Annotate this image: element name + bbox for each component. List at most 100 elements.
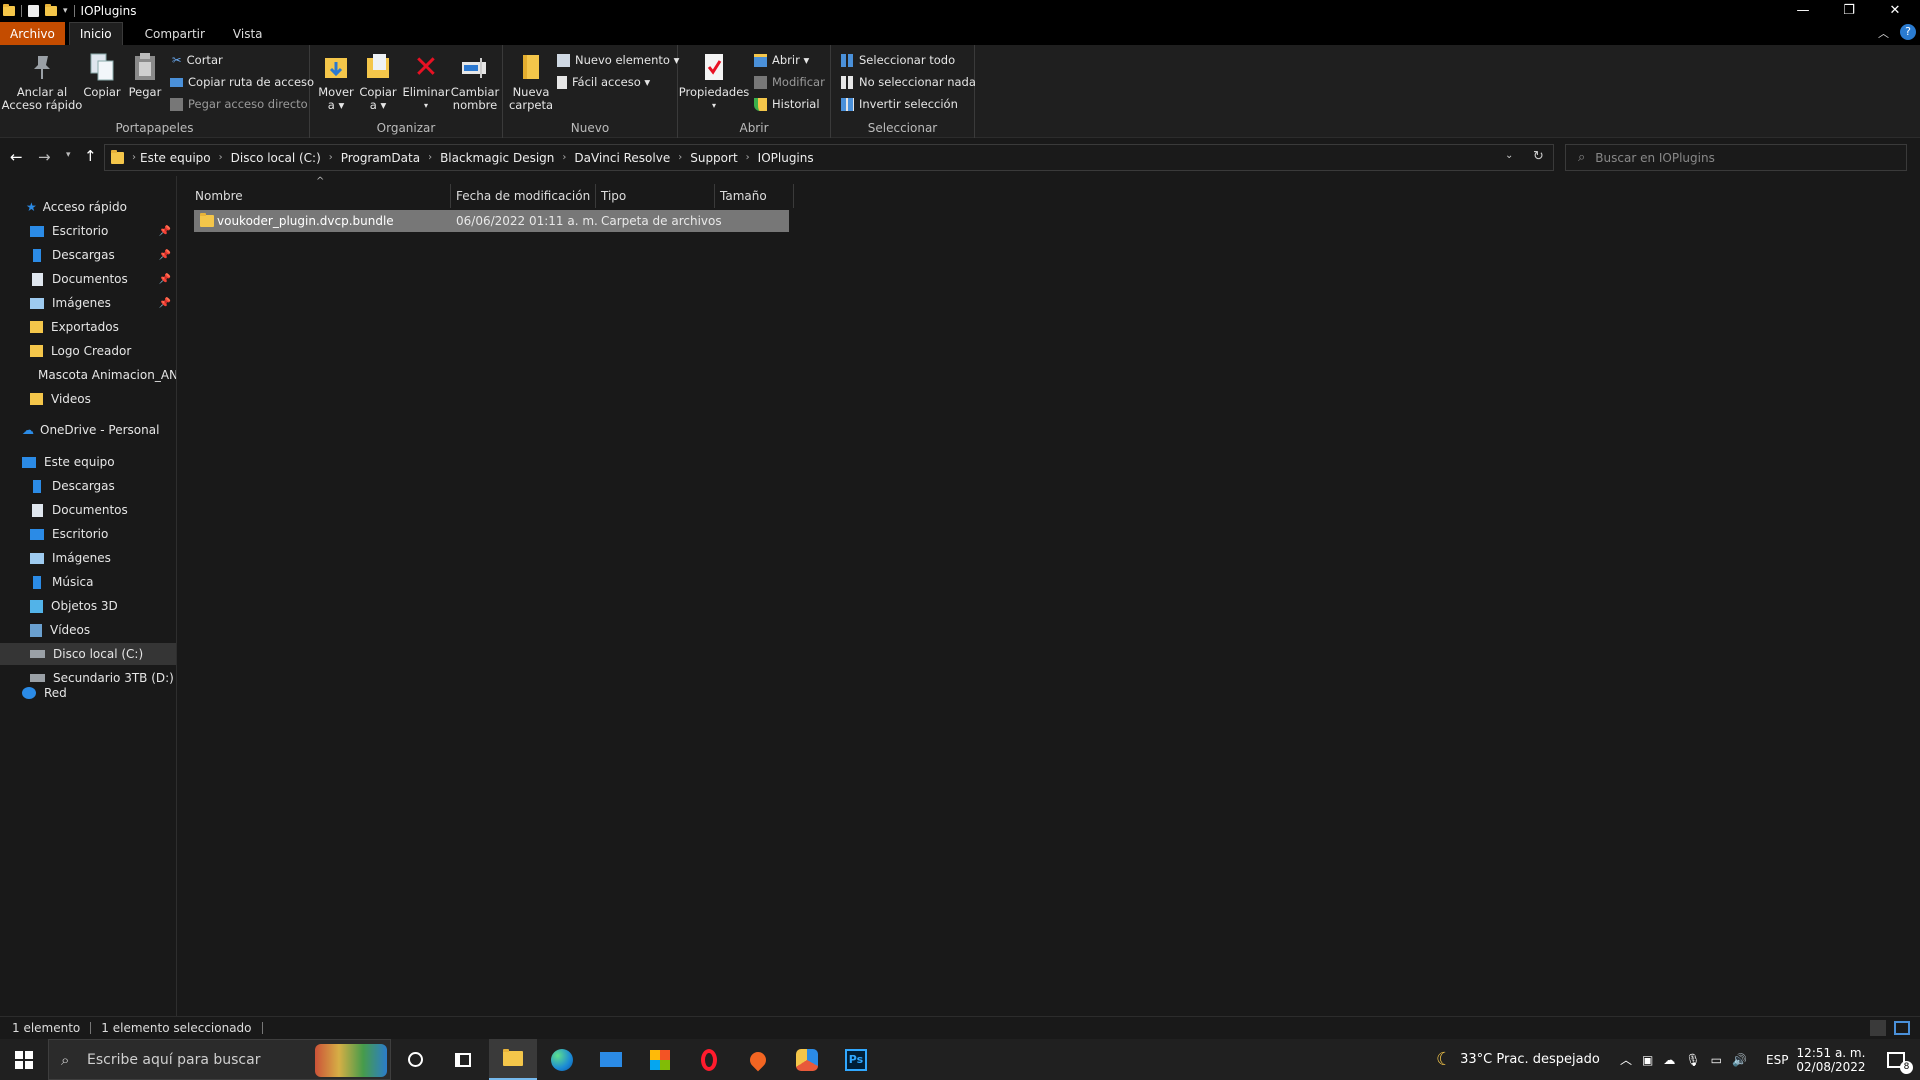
nav-quick-access[interactable]: ★ Acceso rápido — [0, 196, 176, 218]
paste-button[interactable]: Pegar — [126, 51, 164, 99]
recent-locations-chevron-icon[interactable]: ▾ — [66, 150, 71, 160]
tab-archivo[interactable]: Archivo — [0, 22, 65, 45]
chevron-right-icon[interactable]: › — [428, 152, 432, 163]
search-input[interactable]: ⌕ Buscar en IOPlugins — [1565, 144, 1907, 171]
new-item-button[interactable]: Nuevo elemento ▾ — [557, 53, 679, 67]
properties-button[interactable]: Propiedades ▾ — [679, 51, 749, 112]
table-row[interactable]: voukoder_plugin.dvcp.bundle 06/06/2022 0… — [194, 210, 789, 232]
maps-pin-icon[interactable] — [734, 1039, 782, 1080]
davinci-resolve-icon[interactable] — [783, 1039, 831, 1080]
nav-quick-item[interactable]: Mascota Animacion_AN — [0, 364, 176, 386]
cut-button[interactable]: ✂ Cortar — [172, 53, 223, 67]
nav-pc-item[interactable]: Documentos — [0, 499, 176, 521]
nav-quick-item[interactable]: Videos — [0, 388, 176, 410]
customize-quick-access-chevron-icon[interactable]: ▾ — [63, 6, 68, 16]
volume-icon[interactable]: 🔊 — [1732, 1053, 1747, 1067]
breadcrumb-item[interactable]: Este equipo — [140, 151, 211, 165]
open-button[interactable]: Abrir ▾ — [754, 53, 809, 67]
column-header-date[interactable]: Fecha de modificación — [451, 184, 596, 208]
photoshop-icon[interactable]: Ps — [832, 1039, 880, 1080]
breadcrumb-item[interactable]: DaVinci Resolve — [574, 151, 670, 165]
breadcrumb-item[interactable]: Support — [690, 151, 737, 165]
nav-quick-item[interactable]: Imágenes 📌 — [0, 292, 176, 314]
delete-button[interactable]: ✕ Eliminar ▾ — [402, 51, 449, 112]
move-to-button[interactable]: Mover a ▾ — [316, 51, 356, 112]
new-folder-quick-icon[interactable] — [45, 3, 57, 16]
weather-widget[interactable]: ☾ 33°C Prac. despejado — [1436, 1039, 1600, 1080]
cortana-icon[interactable] — [391, 1039, 439, 1080]
nav-pc-item[interactable]: Escritorio — [0, 523, 176, 545]
onedrive-cloud-icon[interactable]: ☁ — [1663, 1053, 1675, 1067]
breadcrumb-item[interactable]: Blackmagic Design — [440, 151, 554, 165]
collapse-ribbon-icon[interactable]: ︿ — [1878, 25, 1889, 41]
breadcrumb-item[interactable]: ProgramData — [341, 151, 420, 165]
nav-quick-item[interactable]: Exportados — [0, 316, 176, 338]
details-view-icon[interactable] — [1870, 1020, 1886, 1036]
close-button[interactable]: ✕ — [1872, 0, 1918, 21]
select-all-button[interactable]: Seleccionar todo — [841, 53, 955, 67]
breadcrumb-item[interactable]: IOPlugins — [758, 151, 814, 165]
nav-pc-item[interactable]: Objetos 3D — [0, 595, 176, 617]
task-view-icon[interactable] — [439, 1039, 487, 1080]
nav-quick-item[interactable]: Escritorio 📌 — [0, 220, 176, 242]
notification-center-icon[interactable]: 8 — [1876, 1039, 1916, 1080]
paste-shortcut-button[interactable]: Pegar acceso directo — [170, 97, 308, 111]
edit-button[interactable]: Modificar — [754, 75, 825, 89]
nav-pc-item[interactable]: Descargas — [0, 475, 176, 497]
meet-now-icon[interactable]: ▣ — [1642, 1053, 1653, 1067]
address-history-chevron-icon[interactable]: ⌄ — [1505, 150, 1513, 161]
show-hidden-icons-chevron-icon[interactable]: ︿ — [1620, 1051, 1632, 1068]
address-bar[interactable]: › Este equipo › Disco local (C:) › ProgramDa… — [104, 144, 1554, 171]
new-folder-button[interactable]: Nueva carpeta — [509, 51, 553, 112]
nav-onedrive[interactable]: ☁ OneDrive - Personal — [0, 419, 176, 441]
start-windows-icon[interactable] — [0, 1039, 48, 1080]
properties-quick-icon[interactable] — [28, 4, 39, 17]
nav-pc-item[interactable]: Música — [0, 571, 176, 593]
tab-compartir[interactable]: Compartir — [135, 22, 215, 45]
help-icon[interactable]: ? — [1900, 24, 1916, 40]
chevron-right-icon[interactable]: › — [678, 152, 682, 163]
nav-quick-item[interactable]: Descargas 📌 — [0, 244, 176, 266]
back-arrow-icon[interactable]: ← — [10, 148, 23, 166]
refresh-icon[interactable]: ↻ — [1533, 149, 1544, 164]
nav-pc-item[interactable]: Vídeos — [0, 619, 176, 641]
nav-pc-item[interactable]: Imágenes — [0, 547, 176, 569]
chevron-right-icon[interactable]: › — [219, 152, 223, 163]
column-header-type[interactable]: Tipo — [596, 184, 715, 208]
breadcrumb-item[interactable]: Disco local (C:) — [231, 151, 321, 165]
nav-quick-item[interactable]: Logo Creador — [0, 340, 176, 362]
chevron-right-icon[interactable]: › — [329, 152, 333, 163]
up-arrow-icon[interactable]: ↑ — [84, 147, 97, 165]
minimize-button[interactable]: — — [1780, 0, 1826, 21]
forward-arrow-icon[interactable]: → — [38, 148, 51, 166]
column-header-size[interactable]: Tamaño — [715, 184, 794, 208]
tab-vista[interactable]: Vista — [223, 22, 273, 45]
easy-access-button[interactable]: Fácil acceso ▾ — [557, 75, 650, 89]
invert-selection-button[interactable]: Invertir selección — [841, 97, 958, 111]
clock[interactable]: 12:51 a. m. 02/08/2022 — [1796, 1039, 1866, 1080]
chevron-right-icon[interactable]: › — [746, 152, 750, 163]
large-icons-view-icon[interactable] — [1894, 1021, 1910, 1035]
mail-icon[interactable] — [587, 1039, 635, 1080]
rename-button[interactable]: Cambiar nombre — [451, 51, 499, 112]
microphone-icon[interactable]: 🎙 — [1685, 1053, 1700, 1067]
column-header-name[interactable]: Nombre — [190, 184, 451, 208]
nav-network[interactable]: Red — [0, 682, 176, 704]
taskbar-search-input[interactable]: ⌕ Escribe aquí para buscar — [48, 1039, 391, 1080]
nav-quick-item[interactable]: Documentos 📌 — [0, 268, 176, 290]
copy-button[interactable]: Copiar — [82, 51, 122, 99]
copy-to-button[interactable]: Copiar a ▾ — [358, 51, 398, 112]
nav-this-pc[interactable]: Este equipo — [0, 451, 176, 473]
language-indicator[interactable]: ESP — [1766, 1039, 1788, 1080]
restore-button[interactable]: ❐ — [1826, 0, 1872, 21]
file-explorer-icon[interactable] — [489, 1039, 537, 1080]
network-icon[interactable]: ▭ — [1711, 1053, 1722, 1067]
nav-pc-item[interactable]: Disco local (C:) — [0, 643, 176, 665]
pin-quick-access-button[interactable]: Anclar al Acceso rápido — [2, 51, 82, 112]
chevron-right-icon[interactable]: › — [562, 152, 566, 163]
edge-icon[interactable] — [538, 1039, 586, 1080]
select-none-button[interactable]: No seleccionar nada — [841, 75, 976, 89]
copy-path-button[interactable]: Copiar ruta de acceso — [170, 75, 314, 89]
microsoft-store-icon[interactable] — [636, 1039, 684, 1080]
history-button[interactable]: Historial — [754, 97, 820, 111]
